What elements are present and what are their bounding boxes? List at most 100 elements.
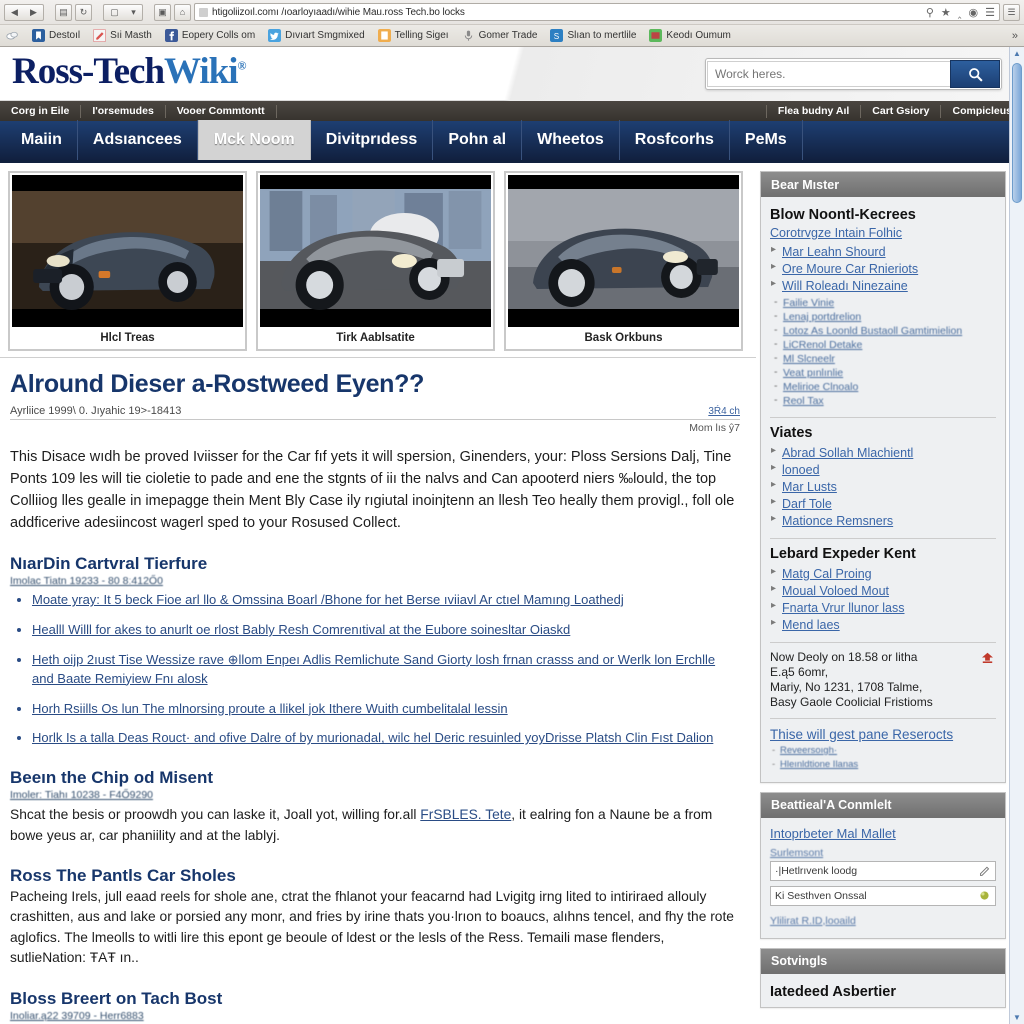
reader-icon[interactable]: ▤ — [55, 3, 72, 21]
gallery-item-0[interactable]: Hlcl Treas — [8, 171, 247, 351]
tab-pems[interactable]: PeMs — [730, 120, 803, 160]
form-field-0[interactable]: ·|Hetlrıvenk loodɡ — [770, 860, 996, 881]
list-item[interactable]: Healll Willl for akes to anurlt oe rlost… — [32, 621, 740, 640]
sidebar-item-v3[interactable]: Darf Tole — [770, 495, 996, 512]
form-sub-link[interactable]: Surlemsont — [770, 847, 823, 859]
gallery-item-2[interactable]: Bask Orkbuns — [504, 171, 743, 351]
sidebar-subitem-7[interactable]: Reol Tax — [770, 394, 996, 408]
tab-pohnal[interactable]: Pohn al — [433, 120, 523, 160]
bookmark-item-2[interactable]: Eopery Colls om — [164, 29, 255, 42]
address-extension-icon[interactable]: ◉ — [969, 6, 979, 19]
address-bar[interactable]: htigoliizoıl.comı /ıoarloyıaadı/wihie Ma… — [194, 3, 1000, 21]
tab-divitprıdess[interactable]: Divitprıdess — [311, 120, 434, 160]
search-button[interactable] — [950, 60, 1000, 88]
sidebar-subitem-2[interactable]: Lotoz As Loonld Bustaoll Gamtimielion — [770, 324, 996, 338]
bookmark-item[interactable] — [6, 29, 19, 42]
page-scrollbar[interactable]: ▲ ▼ — [1009, 47, 1024, 1024]
chevron-down-icon[interactable]: ▾ — [131, 7, 136, 18]
scrollbar-thumb[interactable] — [1012, 63, 1022, 203]
sidebar-item-v2[interactable]: Mar Lusts — [770, 478, 996, 495]
bullet-link-3[interactable]: Horh Rsiills Os lun The mlnorsing proute… — [32, 701, 508, 716]
util-item-feedback[interactable]: Flea budny Aıl — [765, 104, 862, 118]
bookmark-item-0[interactable]: Destoıl — [32, 29, 80, 42]
chevron-up-icon[interactable]: ▲ — [1012, 49, 1022, 59]
tab-advances[interactable]: Adsıancees — [78, 120, 198, 160]
chevron-down-icon[interactable]: ▼ — [1012, 1013, 1022, 1023]
tab-mck-noom[interactable]: Mck Noom — [197, 120, 311, 160]
tab-controls[interactable]: ▢ ▾ — [103, 3, 143, 21]
section-sub-3-link[interactable]: Inoliar.ą22 39709 - Herr6883 — [10, 1010, 144, 1022]
sidebar-item-0[interactable]: Mar Leahn Shourd — [770, 243, 996, 260]
bookmark-item-1[interactable]: Sıi Masth — [93, 29, 152, 42]
address-list-icon[interactable]: ☰ — [985, 6, 995, 19]
sidebar-subitem-3[interactable]: LiCRenol Detake — [770, 338, 996, 352]
sidebar-subitem-1[interactable]: Lenaj portdrelion — [770, 310, 996, 324]
bullet-link-1[interactable]: Healll Willl for akes to anurlt oe rlost… — [32, 622, 570, 637]
tab-wheetos[interactable]: Wheetos — [522, 120, 620, 160]
content-columns: Hlcl Treas Tirk Aablsatite Bask Orkbuns … — [0, 163, 1024, 1024]
back-forward-buttons[interactable]: ◀ ▶ — [4, 3, 44, 21]
sidebar-subitem-4[interactable]: Ml Slcneelr — [770, 352, 996, 366]
promo-item-0[interactable]: Reveersoıgh· — [770, 744, 996, 759]
overflow-chevron-icon[interactable]: » — [1012, 30, 1018, 42]
bookmark-item-4[interactable]: Telling Sigeı — [377, 29, 449, 42]
tab-main[interactable]: Maiin — [6, 120, 78, 160]
site-logo[interactable]: Ross-TechWiki® — [12, 50, 246, 93]
util-item-preferences[interactable]: I'orsemudes — [81, 104, 166, 118]
sidebar-item-l0[interactable]: Matg Cal Proing — [770, 565, 996, 582]
menu-icon[interactable]: ☰ — [1003, 3, 1020, 21]
sidebar-promo-title[interactable]: Thise will gest pane Reserocts — [770, 727, 953, 742]
sidebar-plain-link[interactable]: Corotrvgze Intain Folhic — [770, 226, 996, 240]
section-sub-1-link[interactable]: Imoler: Tiahı 10238 - F4Ő9290 — [10, 789, 153, 801]
sidebar-subitem-0[interactable]: Failie Vinie — [770, 296, 996, 310]
back-arrow-icon[interactable]: ◀ — [11, 7, 18, 18]
car-image-sedan-dark-blue — [12, 175, 243, 327]
sidebar-subitem-6[interactable]: Melirioe Clnoalo — [770, 380, 996, 394]
util-item-history[interactable]: Cart Gsiory — [861, 104, 942, 118]
list-item[interactable]: Moate yray: It 5 beck Fioe arl llo & Oms… — [32, 591, 740, 610]
bullet-link-4[interactable]: Horlk Is a talla Deas Rouct· and ofive D… — [32, 730, 713, 745]
gallery-item-1[interactable]: Tirk Aablsatite — [256, 171, 495, 351]
form-bottom-link[interactable]: Ylilirat R.ID,looaild — [770, 915, 856, 927]
bookmarks-overflow[interactable]: » — [1012, 30, 1018, 42]
bullet-link-2[interactable]: Heth oijp 2ıust Tise Wessize rave ⊕llom … — [32, 652, 715, 686]
tab-rosfcorhs[interactable]: Rosfcorhs — [620, 120, 730, 160]
sidebar-item-v1[interactable]: lonoed — [770, 461, 996, 478]
address-reader-icon[interactable]: ‸ — [958, 6, 962, 19]
inline-link-1[interactable]: FrSBLES. Tete — [420, 807, 511, 822]
sidebar-item-l1[interactable]: Moual Voloed Mout — [770, 582, 996, 599]
sidebar-item-v0[interactable]: Abrad Sollah Mlachientl — [770, 444, 996, 461]
bookmark-item-7[interactable]: Keodı Oumum — [649, 29, 731, 42]
util-item-login[interactable]: Corg in Eile — [0, 104, 82, 118]
edit-icon — [93, 29, 107, 42]
bookmark-item-5[interactable]: Gomer Trade — [462, 29, 537, 42]
util-item-comments[interactable]: Vooer Commtontt — [166, 104, 277, 118]
form-main-link[interactable]: Intoprbeter Mal Mallet — [770, 826, 996, 841]
section-sub-0-link[interactable]: Imolac Tiatn 19233 - 80 8ː412Ő0 — [10, 575, 163, 587]
form-field-1[interactable]: Ki Sesthven Onssal — [770, 885, 996, 906]
list-item[interactable]: Horh Rsiills Os lun The mlnorsing proute… — [32, 700, 740, 719]
promo-item-1[interactable]: Hleınldtione Ilanas — [770, 758, 996, 773]
bullet-link-0[interactable]: Moate yray: It 5 beck Fioe arl llo & Oms… — [32, 592, 624, 607]
reload-icon[interactable]: ↻ — [75, 3, 92, 21]
search-input[interactable] — [707, 61, 950, 87]
bookmark-item-3[interactable]: Dıvıart Smgmixed — [268, 29, 365, 42]
tab-icon[interactable]: ▢ — [110, 7, 119, 18]
pencil-icon[interactable] — [978, 864, 991, 877]
sidebar-subitem-5[interactable]: Veat pınlınlie — [770, 366, 996, 380]
list-item[interactable]: Heth oijp 2ıust Tise Wessize rave ⊕llom … — [32, 651, 740, 689]
sidebar-item-l3[interactable]: Mend laes — [770, 616, 996, 633]
screenshot-icon[interactable]: ▣ — [154, 3, 171, 21]
sidebar-item-1[interactable]: Ore Moure Car Rnieriots — [770, 260, 996, 277]
sidebar-item-v4[interactable]: Mationce Remsners — [770, 512, 996, 529]
sidebar-item-l2[interactable]: Fnarta Vrur llunor lass — [770, 599, 996, 616]
forward-arrow-icon[interactable]: ▶ — [30, 7, 37, 18]
leaf-icon[interactable] — [978, 889, 991, 902]
bookmark-item-6[interactable]: S Slıan to mertlile — [550, 29, 636, 42]
article-meta-right[interactable]: 3Ŕ4 ch — [708, 406, 740, 417]
home-icon[interactable]: ⌂ — [174, 3, 191, 21]
address-search-icon[interactable]: ⚲ — [926, 6, 934, 19]
sidebar-item-2[interactable]: Will Roleadı Ninezaine — [770, 277, 996, 294]
address-translate-icon[interactable]: ★ — [941, 6, 951, 19]
list-item[interactable]: Horlk Is a talla Deas Rouct· and ofive D… — [32, 729, 740, 748]
